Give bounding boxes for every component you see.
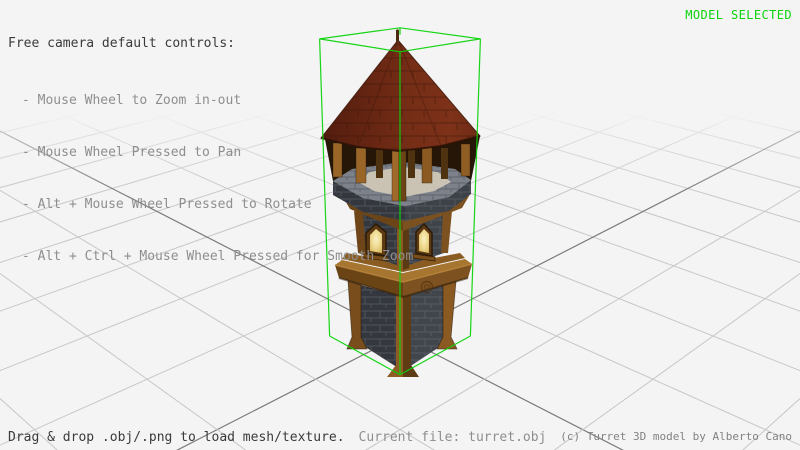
credit: (c) Turret 3D model by Alberto Cano bbox=[560, 430, 792, 443]
help-item: - Alt + Mouse Wheel Pressed to Rotate bbox=[22, 194, 413, 216]
viewport-3d[interactable]: Free camera default controls: - Mouse Wh… bbox=[0, 0, 800, 450]
help-item: - Mouse Wheel Pressed to Pan bbox=[22, 142, 413, 164]
help-title: Free camera default controls: bbox=[8, 36, 413, 51]
model-viewer-window: { "help": { "title": "Free camera defaul… bbox=[0, 0, 800, 450]
roof-post bbox=[422, 147, 432, 183]
status-model-selected: MODEL SELECTED bbox=[685, 8, 792, 22]
roof-post bbox=[461, 144, 470, 176]
help-overlay: Free camera default controls: - Mouse Wh… bbox=[8, 6, 413, 298]
help-item: - Alt + Ctrl + Mouse Wheel Pressed for S… bbox=[22, 246, 413, 268]
current-file: Current file: turret.obj bbox=[359, 430, 547, 445]
drop-hint: Drag & drop .obj/.png to load mesh/textu… bbox=[8, 430, 345, 445]
help-item: - Mouse Wheel to Zoom in-out bbox=[22, 90, 413, 112]
footer-bar: Drag & drop .obj/.png to load mesh/textu… bbox=[8, 430, 546, 445]
